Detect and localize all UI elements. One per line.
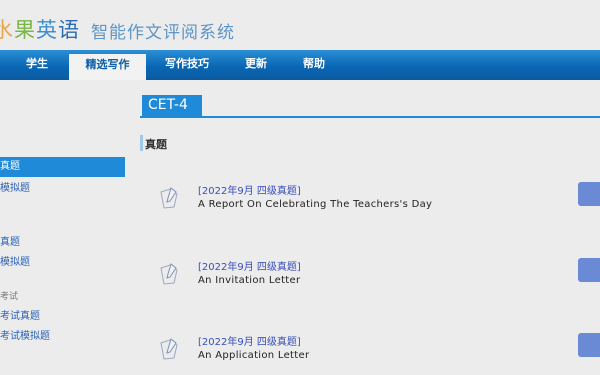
nav-item-writing-tips[interactable]: 写作技巧 [156, 50, 218, 80]
document-pen-icon [160, 263, 178, 285]
nav-item-students[interactable]: 学生 [12, 50, 62, 80]
sidebar-group-label: 考试 [0, 292, 19, 302]
tab-underline [140, 116, 600, 118]
sidebar-item-exam-real-3[interactable]: 考试真题 [0, 307, 40, 322]
sidebar-item-exam-mock-3[interactable]: 考试模拟题 [0, 327, 50, 342]
exam-tag[interactable]: [2022年9月 四级真题] [198, 258, 301, 273]
nav-item-selected-writing[interactable]: 精选写作 [69, 54, 146, 80]
nav-item-help[interactable]: 帮助 [294, 50, 334, 80]
sidebar: 真题 模拟题 真题 模拟题 考试 考试真题 考试模拟题 [0, 82, 130, 375]
view-button[interactable] [578, 182, 600, 206]
brand-char: 果 [14, 18, 36, 42]
section-marker [140, 135, 143, 151]
list-item[interactable]: [2022年9月 四级真题] An Invitation Letter [140, 258, 600, 298]
essay-title[interactable]: A Report On Celebrating The Teachers's D… [198, 199, 432, 210]
essay-title[interactable]: An Application Letter [198, 350, 309, 361]
list-item[interactable]: [2022年9月 四级真题] A Report On Celebrating T… [140, 182, 600, 222]
brand-char: 英 [36, 18, 58, 42]
sidebar-item-real-2[interactable]: 真题 [0, 233, 20, 248]
essay-title[interactable]: An Invitation Letter [198, 275, 300, 286]
exam-tag[interactable]: [2022年9月 四级真题] [198, 182, 301, 197]
sidebar-item-exam-mock[interactable]: 模拟题 [0, 179, 30, 194]
system-title: 智能作文评阅系统 [91, 23, 235, 43]
list-item[interactable]: [2022年9月 四级真题] An Application Letter [140, 333, 600, 373]
nav-item-updates[interactable]: 更新 [236, 50, 276, 80]
tab-cet4[interactable]: CET-4 [142, 95, 202, 116]
sidebar-item-label: 真题 [0, 161, 20, 172]
header: 水果英语 智能作文评阅系统 [0, 0, 600, 50]
brand-char: 水 [0, 18, 14, 42]
exam-tag[interactable]: [2022年9月 四级真题] [198, 333, 301, 348]
document-pen-icon [160, 338, 178, 360]
content-area: CET-4 真题 [2022年9月 四级真题] A Report On Cele… [140, 82, 600, 375]
view-button[interactable] [578, 333, 600, 357]
main-nav: 学生 精选写作 写作技巧 更新 帮助 [0, 50, 600, 80]
document-pen-icon [160, 187, 178, 209]
section-title: 真题 [145, 138, 167, 151]
brand-char: 语 [58, 18, 80, 42]
sidebar-item-mock-2[interactable]: 模拟题 [0, 253, 30, 268]
sidebar-item-exam-real[interactable]: 真题 [0, 157, 125, 177]
view-button[interactable] [578, 258, 600, 282]
brand-logo[interactable]: 水果英语 [0, 14, 80, 44]
